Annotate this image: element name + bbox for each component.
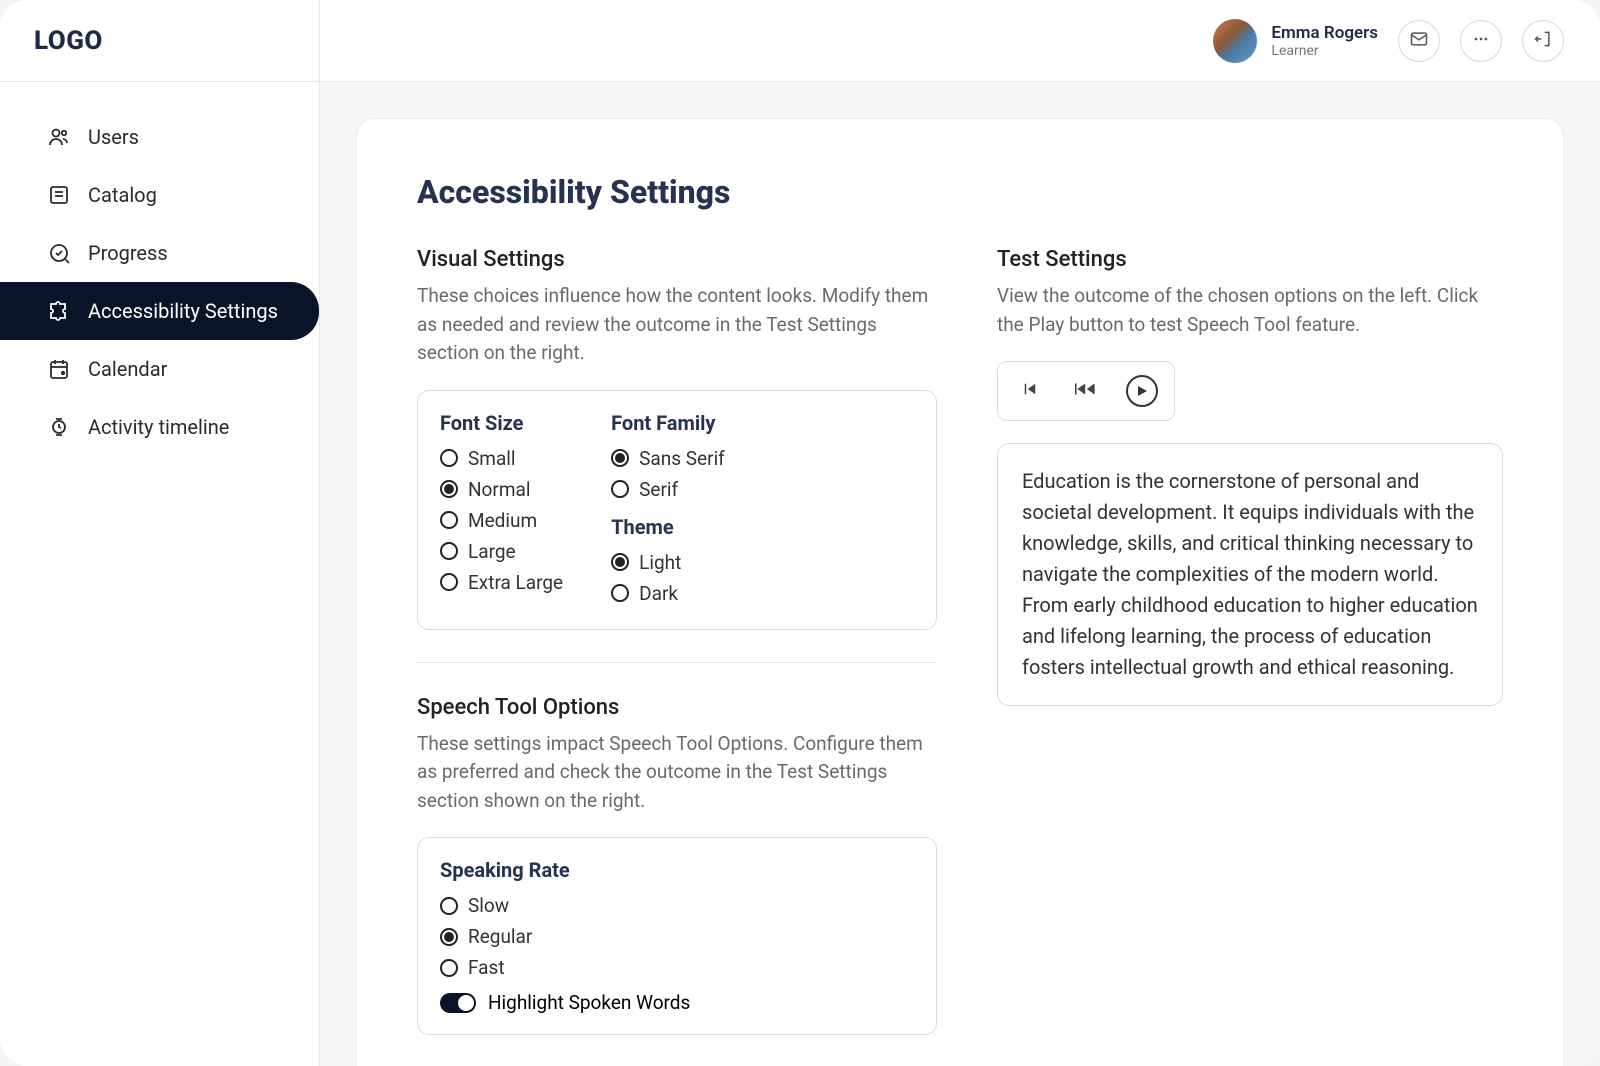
progress-icon	[46, 240, 72, 266]
watch-icon	[46, 414, 72, 440]
topbar: Emma Rogers Learner	[320, 0, 1600, 82]
theme-light[interactable]: Light	[611, 547, 725, 578]
play-icon	[1126, 375, 1158, 407]
user-name: Emma Rogers	[1271, 23, 1378, 43]
more-icon	[1471, 29, 1491, 53]
puzzle-icon	[46, 298, 72, 324]
highlight-toggle[interactable]	[440, 993, 476, 1013]
logo: LOGO	[34, 26, 103, 56]
sidebar-item-calendar[interactable]: Calendar	[0, 340, 319, 398]
visual-card: Font Size Small Normal Medium Large Extr…	[417, 390, 937, 630]
rate-fast[interactable]: Fast	[440, 952, 914, 983]
font-size-large[interactable]: Large	[440, 536, 563, 567]
font-size-small[interactable]: Small	[440, 443, 563, 474]
speech-card: Speaking Rate Slow Regular Fast Highligh…	[417, 837, 937, 1035]
play-controls	[997, 361, 1175, 421]
skip-back-icon	[1021, 380, 1039, 402]
logout-icon	[1533, 29, 1553, 53]
font-family-heading: Font Family	[611, 411, 725, 435]
skip-back-button[interactable]	[1006, 374, 1054, 408]
rewind-button[interactable]	[1062, 374, 1110, 408]
rate-regular[interactable]: Regular	[440, 921, 914, 952]
sidebar-item-catalog[interactable]: Catalog	[0, 166, 319, 224]
logout-button[interactable]	[1522, 20, 1564, 62]
font-family-sans[interactable]: Sans Serif	[611, 443, 725, 474]
font-size-extra-large[interactable]: Extra Large	[440, 567, 563, 598]
avatar	[1213, 19, 1257, 63]
test-section-title: Test Settings	[997, 247, 1503, 272]
users-icon	[46, 124, 72, 150]
visual-section-title: Visual Settings	[417, 247, 937, 272]
page-title: Accessibility Settings	[417, 173, 1503, 211]
sidebar-item-label: Activity timeline	[88, 415, 229, 439]
mail-button[interactable]	[1398, 20, 1440, 62]
user-role: Learner	[1271, 43, 1378, 59]
rate-slow[interactable]: Slow	[440, 890, 914, 921]
settings-panel: Accessibility Settings Visual Settings T…	[356, 118, 1564, 1066]
sidebar: LOGO Users Catalog Progress	[0, 0, 320, 1066]
font-size-normal[interactable]: Normal	[440, 474, 563, 505]
speech-section-desc: These settings impact Speech Tool Option…	[417, 730, 937, 816]
calendar-icon	[46, 356, 72, 382]
sidebar-item-users[interactable]: Users	[0, 108, 319, 166]
more-button[interactable]	[1460, 20, 1502, 62]
catalog-icon	[46, 182, 72, 208]
app-root: LOGO Users Catalog Progress	[0, 0, 1600, 1066]
sidebar-item-accessibility[interactable]: Accessibility Settings	[0, 282, 319, 340]
theme-dark[interactable]: Dark	[611, 578, 725, 609]
content: Accessibility Settings Visual Settings T…	[320, 82, 1600, 1066]
font-family-serif[interactable]: Serif	[611, 474, 725, 505]
font-size-medium[interactable]: Medium	[440, 505, 563, 536]
main-area: Emma Rogers Learner	[320, 0, 1600, 1066]
visual-section-desc: These choices influence how the content …	[417, 282, 937, 368]
speaking-rate-heading: Speaking Rate	[440, 858, 914, 882]
rewind-icon	[1075, 380, 1097, 402]
play-button[interactable]	[1118, 374, 1166, 408]
preview-text: Education is the cornerstone of personal…	[997, 443, 1503, 706]
font-size-heading: Font Size	[440, 411, 563, 435]
test-section-desc: View the outcome of the chosen options o…	[997, 282, 1503, 339]
sidebar-item-label: Progress	[88, 241, 168, 265]
mail-icon	[1409, 29, 1429, 53]
sidebar-nav: Users Catalog Progress Accessibility Set…	[0, 82, 319, 456]
speech-section-title: Speech Tool Options	[417, 695, 937, 720]
sidebar-item-label: Accessibility Settings	[88, 299, 278, 323]
sidebar-item-label: Catalog	[88, 183, 157, 207]
sidebar-item-label: Users	[88, 125, 139, 149]
sidebar-item-activity[interactable]: Activity timeline	[0, 398, 319, 456]
logo-area: LOGO	[0, 0, 319, 82]
highlight-label: Highlight Spoken Words	[488, 991, 690, 1014]
sidebar-item-label: Calendar	[88, 357, 167, 381]
sidebar-item-progress[interactable]: Progress	[0, 224, 319, 282]
theme-heading: Theme	[611, 515, 725, 539]
user-block[interactable]: Emma Rogers Learner	[1213, 19, 1378, 63]
divider	[417, 662, 937, 663]
